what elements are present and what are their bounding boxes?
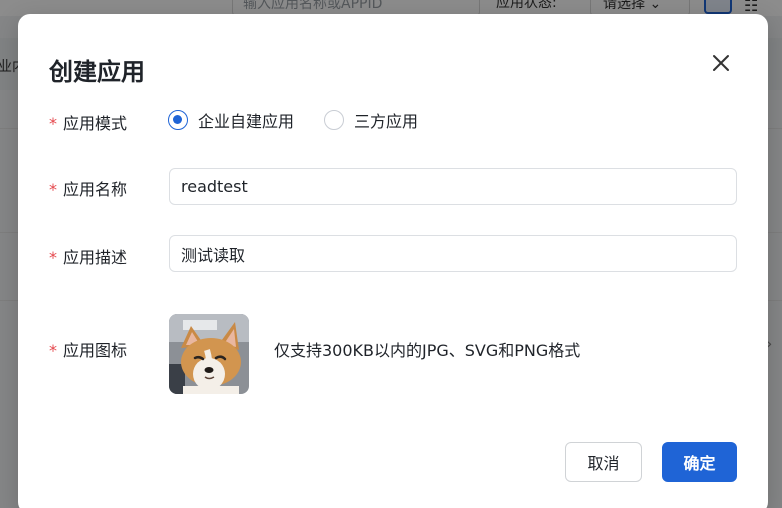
mode-label: * 应用模式 <box>49 110 127 134</box>
radio-unchecked-icon[interactable] <box>324 110 345 130</box>
close-button[interactable] <box>708 50 734 76</box>
app-icon-upload[interactable] <box>169 314 249 394</box>
dialog-title: 创建应用 <box>49 58 145 86</box>
required-mark: * <box>49 114 57 133</box>
radio-checked-icon[interactable] <box>168 110 188 130</box>
required-mark: * <box>49 180 57 199</box>
required-mark: * <box>49 248 57 267</box>
app-description-input[interactable] <box>169 235 737 272</box>
required-mark: * <box>49 341 57 360</box>
confirm-button[interactable]: 确定 <box>662 442 737 482</box>
description-label: * 应用描述 <box>49 244 127 268</box>
radio-label: 企业自建应用 <box>198 112 295 131</box>
radio-third-party-app[interactable]: 三方应用 <box>324 108 418 132</box>
radio-label: 三方应用 <box>354 112 419 131</box>
name-label: * 应用名称 <box>49 176 127 200</box>
icon-label-text: 应用图标 <box>63 341 128 360</box>
create-app-dialog: 创建应用 * 应用模式 企业自建应用 三方应用 * 应用名称 * 应用描述 <box>18 14 768 508</box>
radio-internal-app[interactable]: 企业自建应用 <box>168 108 294 132</box>
cancel-button[interactable]: 取消 <box>565 442 642 482</box>
name-label-text: 应用名称 <box>63 180 128 199</box>
app-name-input[interactable] <box>169 168 737 205</box>
close-icon <box>713 55 729 71</box>
icon-format-hint: 仅支持300KB以内的JPG、SVG和PNG格式 <box>274 341 581 360</box>
icon-label: * 应用图标 <box>49 337 127 361</box>
mode-label-text: 应用模式 <box>63 114 128 133</box>
mode-radio-group: 企业自建应用 三方应用 <box>168 108 448 132</box>
corgi-avatar-icon <box>169 314 249 394</box>
description-label-text: 应用描述 <box>63 248 128 267</box>
